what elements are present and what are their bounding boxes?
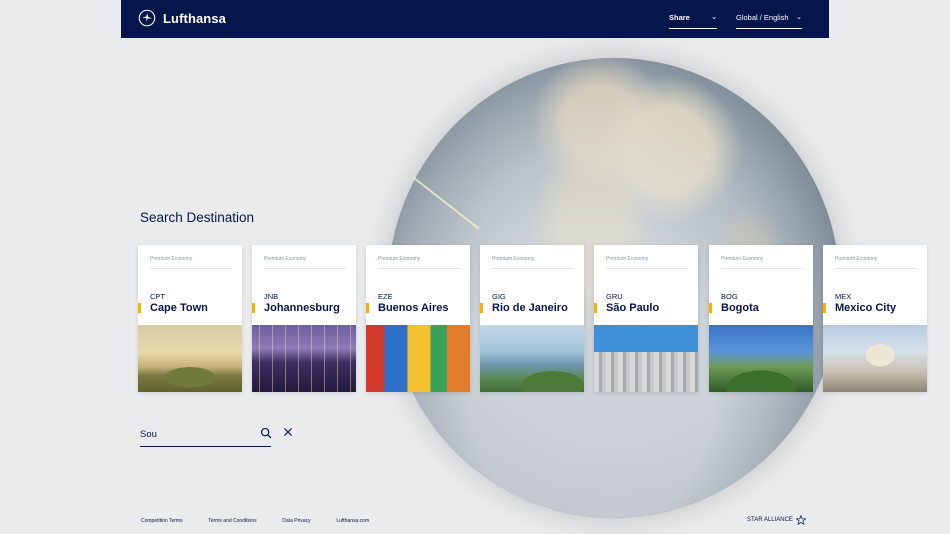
- accent-bar: [366, 303, 369, 313]
- search-field: [140, 424, 271, 447]
- city-name: Rio de Janeiro: [492, 302, 568, 314]
- airport-code: GIG: [492, 292, 506, 301]
- star-alliance-badge[interactable]: STAR ALLIANCE: [747, 515, 806, 525]
- destination-card-bog[interactable]: Premium Economy BOG Bogota: [709, 245, 813, 392]
- page-title: Search Destination: [140, 210, 255, 225]
- close-icon[interactable]: [283, 427, 293, 437]
- cabin-class: Premium Economy: [721, 256, 803, 269]
- destination-photo: [823, 325, 927, 392]
- destination-photo: [252, 325, 356, 392]
- destination-card-eze[interactable]: Premium Economy EZE Buenos Aires: [366, 245, 470, 392]
- search-icon[interactable]: [260, 427, 272, 439]
- destination-photo: [480, 325, 584, 392]
- brand-name: Lufthansa: [163, 10, 227, 26]
- airport-code: BOG: [721, 292, 738, 301]
- footer-separator: ·: [268, 518, 271, 524]
- language-dropdown[interactable]: Global / English ⌄: [736, 13, 802, 29]
- crane-logo-icon: [138, 9, 156, 27]
- share-dropdown[interactable]: Share ⌄: [669, 13, 717, 29]
- cabin-class: Premium Economy: [835, 256, 917, 269]
- accent-bar: [594, 303, 597, 313]
- city-name: Buenos Aires: [378, 302, 449, 314]
- alliance-label: STAR ALLIANCE: [747, 517, 793, 523]
- destination-photo: [138, 325, 242, 392]
- destination-card-cpt[interactable]: Premium Economy CPT Cape Town: [138, 245, 242, 392]
- chevron-down-icon: ⌄: [796, 14, 802, 21]
- accent-bar: [480, 303, 483, 313]
- footer-link-terms-and-conditions[interactable]: Terms and Conditions: [208, 518, 256, 524]
- footer-link-data-privacy[interactable]: Data Privacy: [282, 518, 310, 524]
- footer-link-lufthansa-com[interactable]: Lufthansa.com: [336, 518, 369, 524]
- language-label: Global / English: [736, 13, 789, 22]
- city-name: Johannesburg: [264, 302, 340, 314]
- cabin-class: Premium Economy: [378, 256, 460, 269]
- destination-photo: [594, 325, 698, 392]
- destination-photo: [366, 325, 470, 392]
- top-header: Lufthansa Share ⌄ Global / English ⌄: [121, 0, 829, 38]
- brand-logo[interactable]: Lufthansa: [138, 9, 226, 27]
- footer-separator: ·: [194, 518, 197, 524]
- cabin-class: Premium Economy: [264, 256, 346, 269]
- city-name: Mexico City: [835, 302, 897, 314]
- accent-bar: [252, 303, 255, 313]
- airport-code: CPT: [150, 292, 165, 301]
- city-name: São Paulo: [606, 302, 660, 314]
- airport-code: JNB: [264, 292, 279, 301]
- accent-bar: [823, 303, 826, 313]
- destination-card-gru[interactable]: Premium Economy GRU São Paulo: [594, 245, 698, 392]
- airport-code: EZE: [378, 292, 393, 301]
- cabin-class: Premium Economy: [492, 256, 574, 269]
- footer-separator: ·: [322, 518, 325, 524]
- accent-bar: [138, 303, 141, 313]
- cabin-class: Premium Economy: [606, 256, 688, 269]
- city-name: Cape Town: [150, 302, 208, 314]
- share-label: Share: [669, 13, 690, 22]
- star-alliance-icon: [795, 515, 806, 525]
- airport-code: MEX: [835, 292, 852, 301]
- destination-card-mex[interactable]: Premium Economy MEX Mexico City: [823, 245, 927, 392]
- footer-link-competition-terms[interactable]: Competition Terms: [141, 518, 183, 524]
- airport-code: GRU: [606, 292, 623, 301]
- search-input[interactable]: [140, 425, 250, 440]
- footer-links: Competition Terms · Terms and Conditions…: [141, 518, 381, 524]
- destination-card-gig[interactable]: Premium Economy GIG Rio de Janeiro: [480, 245, 584, 392]
- city-name: Bogota: [721, 302, 759, 314]
- chevron-down-icon: ⌄: [711, 14, 717, 21]
- accent-bar: [709, 303, 712, 313]
- cabin-class: Premium Economy: [150, 256, 232, 269]
- destination-card-jnb[interactable]: Premium Economy JNB Johannesburg: [252, 245, 356, 392]
- destination-photo: [709, 325, 813, 392]
